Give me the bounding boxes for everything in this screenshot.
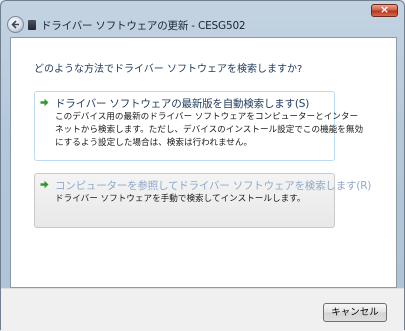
auto-search-option[interactable]: ドライバー ソフトウェアの最新版を自動検索します(S) このデバイス用の最新のド… bbox=[34, 91, 364, 161]
auto-search-option-description: このデバイス用の最新のドライバー ソフトウェアをコンピューターとインター ネット… bbox=[55, 111, 364, 150]
dialog-content: どのような方法でドライバー ソフトウェアを検索しますか? ドライバー ソフトウェ… bbox=[10, 37, 397, 288]
auto-search-option-title: ドライバー ソフトウェアの最新版を自動検索します(S) bbox=[55, 98, 310, 110]
title-bar: ドライバー ソフトウェアの更新 - CESG502 × bbox=[1, 1, 404, 37]
description-line: このデバイス用の最新のドライバー ソフトウェアをコンピューターとインター bbox=[55, 112, 359, 122]
browse-computer-option-title: コンピューターを参照してドライバー ソフトウェアを検索します(R) bbox=[55, 180, 372, 192]
description-line: にするよう設定した場合は、検索は行われません。 bbox=[55, 138, 253, 148]
green-arrow-icon bbox=[40, 98, 49, 107]
close-button[interactable]: × bbox=[371, 3, 398, 17]
device-icon bbox=[28, 20, 36, 30]
description-line: ネットから検索します。ただし、デバイスのインストール設定でこの機能を無効 bbox=[55, 125, 364, 135]
description-line: ドライバー ソフトウェアを手動で検索してインストールします。 bbox=[55, 194, 306, 204]
dialog-window: ドライバー ソフトウェアの更新 - CESG502 × どのような方法でドライバ… bbox=[0, 0, 405, 331]
prompt-text: どのような方法でドライバー ソフトウェアを検索しますか? bbox=[34, 64, 303, 75]
back-button[interactable] bbox=[7, 16, 24, 33]
back-arrow-icon bbox=[11, 20, 19, 29]
dialog-footer: キャンセル bbox=[1, 288, 404, 331]
cancel-button[interactable]: キャンセル bbox=[323, 303, 387, 322]
browse-computer-option[interactable]: コンピューターを参照してドライバー ソフトウェアを検索します(R) ドライバー … bbox=[34, 173, 371, 228]
close-icon: × bbox=[379, 3, 390, 16]
window-title: ドライバー ソフトウェアの更新 - CESG502 bbox=[41, 20, 246, 32]
green-arrow-icon bbox=[40, 180, 49, 189]
browse-computer-option-description: ドライバー ソフトウェアを手動で検索してインストールします。 bbox=[55, 193, 330, 206]
